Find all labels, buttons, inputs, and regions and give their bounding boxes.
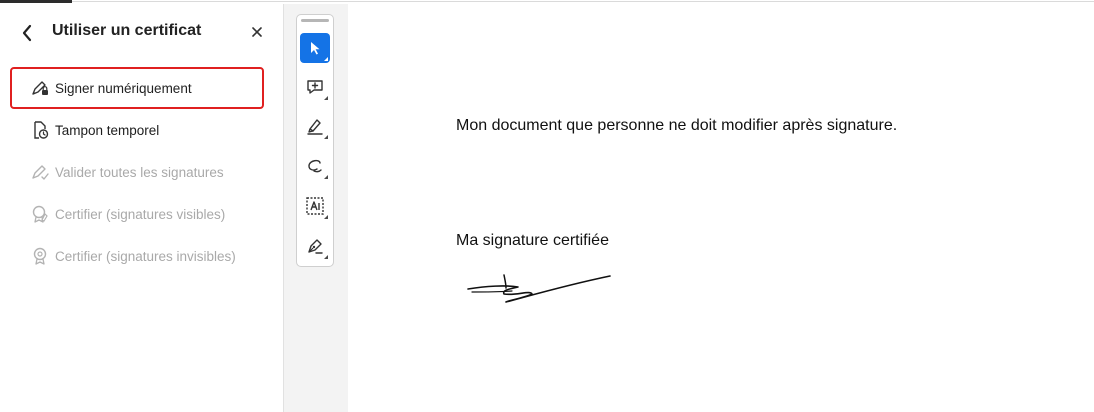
fountain-pen-icon [308, 239, 323, 254]
highlight-tool-button[interactable] [300, 111, 330, 141]
top-tab-strip [0, 0, 1094, 3]
certify-visible-icon [30, 204, 50, 224]
quick-tools-toolbar [296, 14, 334, 267]
handwritten-signature [467, 274, 611, 303]
close-button[interactable] [247, 22, 267, 42]
sign-tool-button[interactable] [300, 231, 330, 261]
pen-lock-icon [30, 78, 50, 98]
certificate-panel: Utiliser un certificat Signer numériquem… [0, 4, 284, 412]
certify-invisible-icon [30, 246, 50, 266]
panel-title: Utiliser un certificat [52, 22, 202, 39]
document-page: Mon document que personne ne doit modifi… [348, 4, 1094, 412]
sign-digitally-label: Signer numériquement [55, 80, 192, 96]
submenu-indicator [324, 175, 328, 179]
toolbar-column [284, 4, 348, 412]
submenu-indicator [324, 135, 328, 139]
certify-visible-label: Certifier (signatures visibles) [55, 206, 226, 222]
highlighter-pen-icon [307, 119, 323, 135]
text-recognition-tool-button[interactable] [300, 191, 330, 221]
select-tool-button[interactable] [300, 33, 330, 63]
text-box-icon [306, 197, 324, 215]
validate-signatures-label: Valider toutes les signatures [55, 164, 224, 180]
panel-header: Utiliser un certificat [0, 4, 283, 58]
toolbar-drag-handle[interactable] [301, 19, 329, 22]
submenu-indicator [324, 57, 328, 61]
certify-invisible-item[interactable]: Certifier (signatures invisibles) [12, 237, 262, 275]
sign-digitally-item[interactable]: Signer numériquement [10, 67, 264, 109]
draw-tool-button[interactable] [300, 151, 330, 181]
timestamp-label: Tampon temporel [55, 122, 160, 138]
signature-label: Ma signature certifiée [456, 232, 609, 249]
document-body-text: Mon document que personne ne doit modifi… [456, 117, 898, 134]
top-divider [72, 1, 1094, 2]
certify-visible-item[interactable]: Certifier (signatures visibles) [12, 195, 262, 233]
submenu-indicator [324, 255, 328, 259]
comment-tool-button[interactable] [300, 72, 330, 102]
comment-plus-icon [307, 80, 323, 94]
timestamp-item[interactable]: Tampon temporel [12, 111, 262, 149]
validate-signatures-item[interactable]: Valider toutes les signatures [12, 153, 262, 191]
certify-invisible-label: Certifier (signatures invisibles) [55, 248, 236, 264]
submenu-indicator [324, 96, 328, 100]
freehand-draw-icon [308, 159, 322, 173]
close-icon [252, 27, 262, 37]
back-button[interactable] [16, 22, 38, 44]
document-clock-icon [30, 120, 50, 140]
cursor-arrow-icon [311, 42, 320, 55]
submenu-indicator [324, 215, 328, 219]
pen-check-icon [30, 162, 50, 182]
chevron-left-icon [22, 24, 32, 42]
active-tab-indicator [0, 0, 72, 3]
